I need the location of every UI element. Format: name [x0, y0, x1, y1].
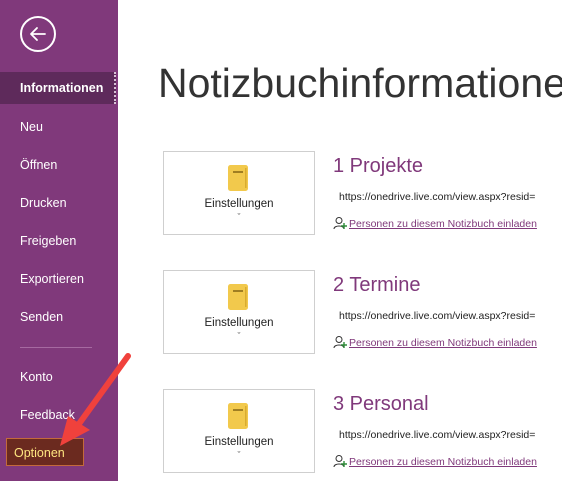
notebook-title: 1 Projekte — [333, 155, 424, 177]
back-arrow-icon — [30, 27, 46, 41]
sidebar-item-optionen[interactable]: Optionen — [0, 437, 65, 469]
sidebar-item-drucken[interactable]: Drucken — [0, 187, 118, 219]
sidebar-item-informationen[interactable]: Informationen — [0, 72, 116, 104]
add-person-icon — [333, 455, 347, 468]
main-content: Notizbuchinformationen Einstellungen ˇ 1… — [118, 0, 562, 481]
add-person-icon — [333, 336, 347, 349]
notebook-title: 2 Termine — [333, 274, 421, 296]
invite-link-label: Personen zu diesem Notizbuch einladen — [349, 337, 537, 349]
sidebar-item-exportieren[interactable]: Exportieren — [0, 263, 118, 295]
sidebar-item-oeffnen[interactable]: Öffnen — [0, 149, 118, 181]
chevron-down-icon: ˇ — [237, 212, 241, 222]
chevron-down-icon: ˇ — [237, 331, 241, 341]
notebook-icon — [228, 403, 248, 429]
settings-label: Einstellungen — [204, 198, 274, 210]
notebook-icon — [228, 284, 248, 310]
page-title: Notizbuchinformationen — [158, 60, 562, 106]
chevron-down-icon: ˇ — [237, 450, 241, 460]
sidebar-item-feedback[interactable]: Feedback — [0, 399, 118, 431]
back-button[interactable] — [20, 16, 56, 52]
invite-link-label: Personen zu diesem Notizbuch einladen — [349, 218, 537, 230]
invite-link-label: Personen zu diesem Notizbuch einladen — [349, 456, 537, 468]
invite-link[interactable]: Personen zu diesem Notizbuch einladen — [333, 335, 537, 349]
notebook-icon — [228, 165, 248, 191]
notebook-title: 3 Personal — [333, 393, 429, 415]
invite-link[interactable]: Personen zu diesem Notizbuch einladen — [333, 454, 537, 468]
notebook-settings-button[interactable]: Einstellungen ˇ — [163, 270, 315, 354]
notebook-url: https://onedrive.live.com/view.aspx?resi… — [339, 429, 536, 441]
settings-label: Einstellungen — [204, 436, 274, 448]
notebook-settings-button[interactable]: Einstellungen ˇ — [163, 389, 315, 473]
sidebar-item-freigeben[interactable]: Freigeben — [0, 225, 118, 257]
invite-link[interactable]: Personen zu diesem Notizbuch einladen — [333, 216, 537, 230]
notebook-url: https://onedrive.live.com/view.aspx?resi… — [339, 310, 536, 322]
notebook-url: https://onedrive.live.com/view.aspx?resi… — [339, 191, 536, 203]
sidebar-divider — [20, 347, 92, 348]
sidebar-item-senden[interactable]: Senden — [0, 301, 118, 333]
settings-label: Einstellungen — [204, 317, 274, 329]
add-person-icon — [333, 217, 347, 230]
notebook-settings-button[interactable]: Einstellungen ˇ — [163, 151, 315, 235]
sidebar-item-neu[interactable]: Neu — [0, 111, 118, 143]
backstage-sidebar: Informationen Neu Öffnen Drucken Freigeb… — [0, 0, 118, 481]
sidebar-item-konto[interactable]: Konto — [0, 361, 118, 393]
